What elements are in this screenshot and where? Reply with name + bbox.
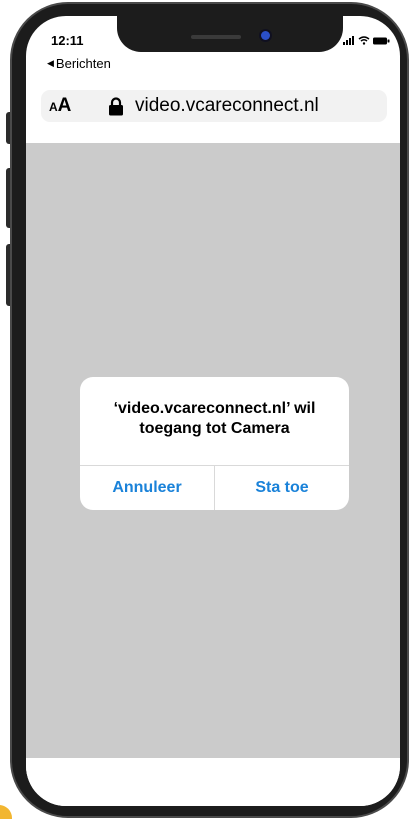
speaker-grille xyxy=(191,35,241,39)
allow-button[interactable]: Sta toe xyxy=(215,466,349,510)
decorative-corner xyxy=(0,805,12,819)
front-camera xyxy=(261,31,270,40)
back-arrow-icon: ◀ xyxy=(47,58,54,68)
text-size-large-label: A xyxy=(57,95,72,116)
text-size-button[interactable]: AA xyxy=(49,95,71,117)
camera-permission-dialog: ‘video.vcareconnect.nl’ wil toegang tot … xyxy=(80,377,349,510)
url-text: video.vcareconnect.nl xyxy=(135,95,319,116)
cancel-button[interactable]: Annuleer xyxy=(80,466,214,510)
text-size-small-label: A xyxy=(49,100,58,114)
browser-bottom-bar xyxy=(26,758,400,806)
phone-screen: 12:11 ◀ Berichten AA video.vcareconnect.… xyxy=(26,16,400,806)
battery-icon xyxy=(373,37,390,44)
wifi-icon xyxy=(358,36,370,45)
status-icons xyxy=(343,36,390,45)
dialog-message-line-2: toegang tot Camera xyxy=(139,420,290,437)
dialog-message-line-1: ‘video.vcareconnect.nl’ wil xyxy=(113,400,316,417)
phone-notch xyxy=(117,14,343,52)
lock-icon xyxy=(109,97,123,116)
back-link-label: Berichten xyxy=(55,56,111,71)
back-to-messages-link[interactable]: ◀ Berichten xyxy=(47,56,111,71)
address-bar[interactable]: AA video.vcareconnect.nl xyxy=(41,90,387,122)
dialog-message: ‘video.vcareconnect.nl’ wil toegang tot … xyxy=(88,399,341,439)
status-time: 12:11 xyxy=(51,33,84,48)
page: 12:11 ◀ Berichten AA video.vcareconnect.… xyxy=(0,0,411,819)
signal-icon xyxy=(343,36,354,45)
